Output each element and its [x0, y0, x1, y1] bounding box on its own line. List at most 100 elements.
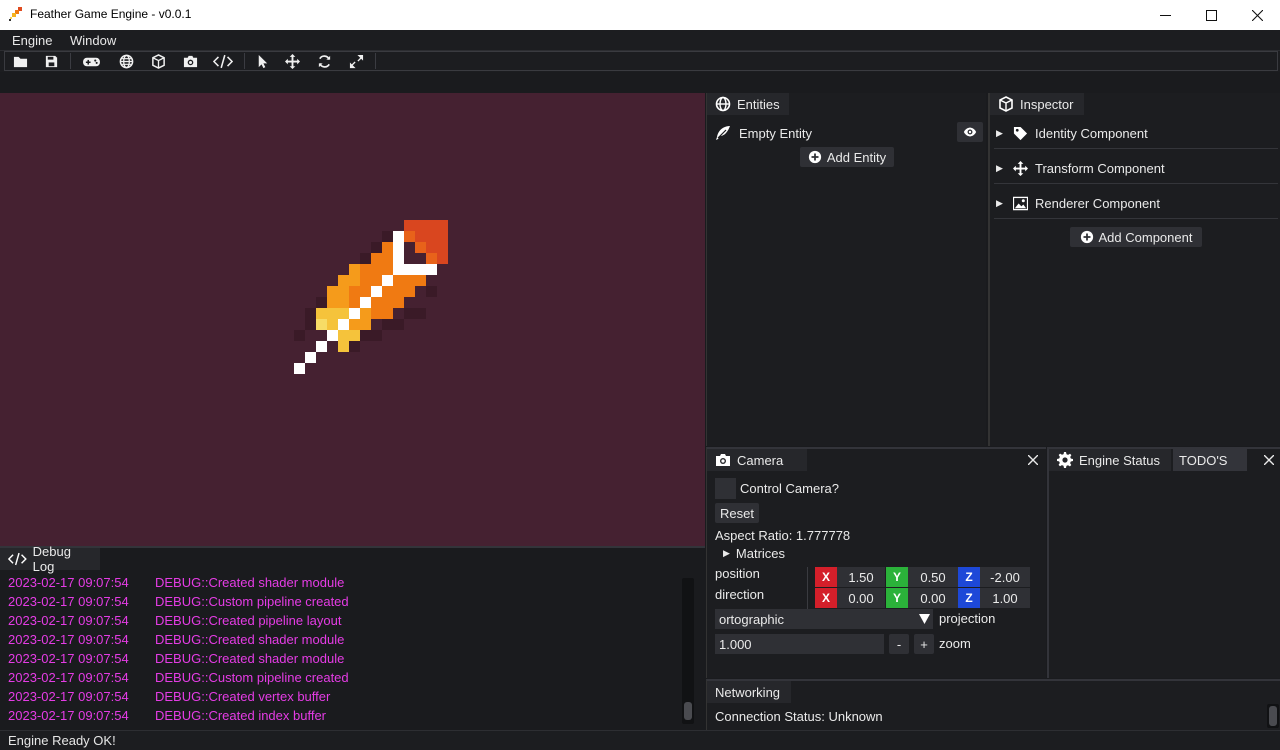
- control-camera-label: Control Camera?: [740, 481, 839, 496]
- renderer-component-row[interactable]: ▶ Renderer Component: [996, 192, 1276, 214]
- select-tool-button[interactable]: [251, 52, 273, 70]
- zoom-input[interactable]: 1.000: [715, 634, 884, 654]
- log-line: 2023-02-17 09:07:54 DEBUG::Custom pipelin…: [8, 670, 349, 685]
- identity-component-row[interactable]: ▶ Identity Component: [996, 122, 1276, 144]
- scale-tool-button[interactable]: [345, 52, 367, 70]
- log-line: 2023-02-17 09:07:54 DEBUG::Created shader…: [8, 575, 344, 590]
- camera-panel: Camera Control Camera? Reset Aspect Rati…: [706, 447, 1046, 678]
- minimize-button[interactable]: [1142, 0, 1188, 30]
- save-icon: [45, 55, 57, 67]
- zoom-increment-button[interactable]: +: [914, 634, 934, 654]
- feather-sprite: [294, 220, 448, 374]
- refresh-icon: [318, 54, 330, 68]
- tab-todos[interactable]: TODO'S: [1173, 449, 1247, 471]
- debug-log-scrollbar[interactable]: [682, 578, 694, 724]
- log-timestamp: 2023-02-17 09:07:54: [8, 670, 129, 685]
- tab-inspector[interactable]: Inspector: [990, 93, 1084, 115]
- log-timestamp: 2023-02-17 09:07:54: [8, 689, 129, 704]
- tab-camera[interactable]: Camera: [707, 449, 807, 471]
- eye-icon: [963, 127, 977, 137]
- networking-scrollbar[interactable]: [1267, 704, 1279, 728]
- position-z-field[interactable]: -2.00: [980, 567, 1030, 587]
- pointer-icon: [258, 54, 267, 68]
- log-line: 2023-02-17 09:07:54 DEBUG::Created shader…: [8, 651, 344, 666]
- log-message: DEBUG::Created pipeline layout: [155, 613, 342, 628]
- close-window-button[interactable]: [1234, 0, 1280, 30]
- projection-combo[interactable]: ortographic: [715, 609, 933, 629]
- menu-bar: Engine Window: [0, 30, 1280, 51]
- toggle-visibility-button[interactable]: [957, 122, 983, 142]
- divider: [994, 218, 1278, 219]
- direction-z-field[interactable]: 1.00: [980, 588, 1030, 608]
- entities-title: Entities: [737, 96, 780, 112]
- expand-arrow-icon: ▶: [996, 197, 1003, 208]
- networking-panel: Networking Connection Status: Unknown: [706, 679, 1280, 730]
- direction-y-field[interactable]: 0.00: [908, 588, 958, 608]
- save-button[interactable]: [40, 52, 62, 70]
- tag-icon: [1013, 126, 1028, 140]
- divider: [994, 148, 1278, 149]
- direction-x-field[interactable]: 0.00: [837, 588, 885, 608]
- code-button[interactable]: [212, 52, 234, 70]
- status-bar: Engine Ready OK!: [0, 730, 1280, 750]
- projection-label: projection: [939, 611, 996, 626]
- tab-networking[interactable]: Networking: [707, 681, 791, 703]
- log-timestamp: 2023-02-17 09:07:54: [8, 632, 129, 647]
- world-button[interactable]: [115, 52, 137, 70]
- control-camera-checkbox[interactable]: [715, 478, 736, 499]
- add-component-button[interactable]: Add Component: [1070, 227, 1202, 247]
- expand-icon: [349, 54, 363, 68]
- position-x-field[interactable]: 1.50: [837, 567, 885, 587]
- add-entity-button[interactable]: Add Entity: [800, 147, 894, 167]
- log-message: DEBUG::Created shader module: [155, 651, 345, 666]
- tab-debug-log[interactable]: Debug Log: [0, 544, 100, 574]
- log-line: 2023-02-17 09:07:54 DEBUG::Custom pipelin…: [8, 594, 349, 609]
- menu-engine[interactable]: Engine: [12, 33, 52, 48]
- position-label: position: [715, 566, 760, 581]
- rotate-tool-button[interactable]: [313, 52, 335, 70]
- play-game-button[interactable]: [80, 52, 102, 70]
- feather-icon: [716, 126, 730, 140]
- zoom-decrement-button[interactable]: -: [889, 634, 909, 654]
- reset-label: Reset: [720, 505, 754, 521]
- log-line: 2023-02-17 09:07:54 DEBUG::Created pipeli…: [8, 613, 341, 628]
- move-icon: [284, 53, 300, 69]
- image-icon: [1013, 196, 1028, 210]
- inspector-title: Inspector: [1020, 96, 1074, 112]
- add-component-label: Add Component: [1098, 229, 1193, 245]
- transform-component-row[interactable]: ▶ Transform Component: [996, 157, 1276, 179]
- move-tool-button[interactable]: [281, 52, 303, 70]
- toolbar-separator: [244, 53, 245, 69]
- reset-camera-button[interactable]: Reset: [715, 503, 759, 523]
- camera-button[interactable]: [179, 52, 201, 70]
- position-y-label: Y: [886, 567, 908, 587]
- scrollbar-thumb[interactable]: [1269, 706, 1277, 726]
- networking-title: Networking: [715, 684, 781, 700]
- position-z-label: Z: [958, 567, 980, 587]
- globe-icon: [119, 54, 133, 68]
- close-camera-button[interactable]: [1025, 451, 1041, 469]
- matrices-tree-node[interactable]: ▶ Matrices: [723, 546, 785, 561]
- plus-circle-icon: [1080, 230, 1093, 244]
- menu-window[interactable]: Window: [70, 33, 116, 48]
- scene-viewport[interactable]: [0, 93, 705, 546]
- entity-row[interactable]: Empty Entity: [715, 123, 975, 143]
- open-button[interactable]: [9, 52, 31, 70]
- status-text: Engine Ready OK!: [8, 733, 116, 748]
- engine-status-panel: Engine Status TODO'S: [1047, 447, 1280, 678]
- chevron-down-icon: [919, 614, 930, 624]
- scrollbar-thumb[interactable]: [684, 702, 692, 720]
- add-entity-label: Add Entity: [826, 149, 887, 165]
- position-y-field[interactable]: 0.50: [908, 567, 958, 587]
- connection-status-text: Connection Status: Unknown: [715, 709, 883, 724]
- log-message: DEBUG::Created vertex buffer: [155, 689, 331, 704]
- tab-entities[interactable]: Entities: [707, 93, 789, 115]
- close-status-button[interactable]: [1261, 451, 1277, 469]
- log-timestamp: 2023-02-17 09:07:54: [8, 594, 129, 609]
- tab-engine-status[interactable]: Engine Status: [1049, 449, 1171, 471]
- object-button[interactable]: [147, 52, 169, 70]
- code-icon: [8, 552, 27, 566]
- component-label: Renderer Component: [1035, 195, 1161, 211]
- gear-icon: [1057, 452, 1073, 468]
- maximize-button[interactable]: [1188, 0, 1234, 30]
